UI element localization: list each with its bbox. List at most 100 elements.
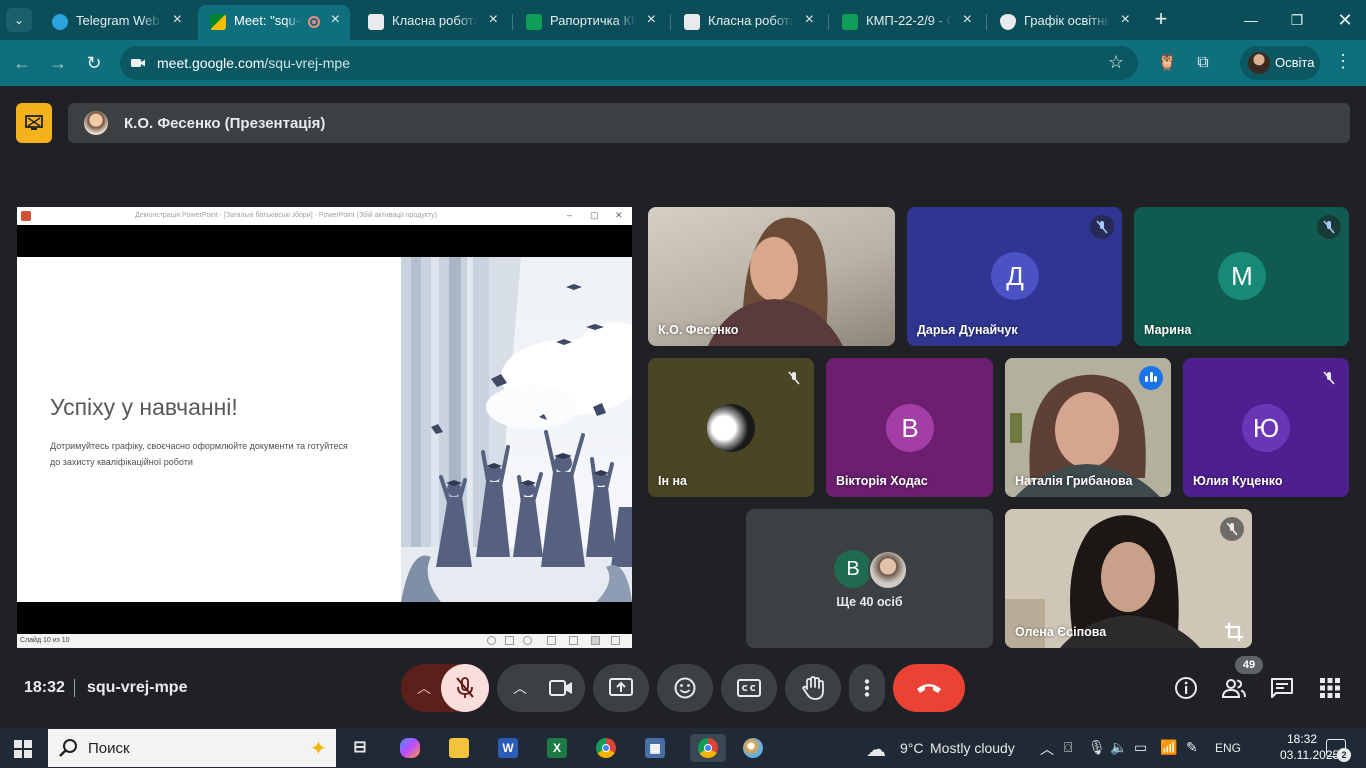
crop-icon[interactable] [1224,622,1244,642]
task-view-button[interactable]: ⊟ [346,734,374,762]
window-title: Демонстрація PowerPoint - [Загальні бать… [135,212,438,219]
clock-date: 03.11.2025 [1280,748,1340,762]
new-tab-button[interactable]: + [1150,7,1172,33]
close-tab-icon[interactable]: × [173,11,182,29]
people-icon[interactable] [1222,676,1246,700]
tab-search-button[interactable]: ⌄ [6,8,32,32]
captions-button[interactable] [721,664,777,712]
shared-presentation[interactable]: Демонстрація PowerPoint - [Загальні бать… [17,207,632,648]
excel-button[interactable]: X [543,734,571,762]
avatar: М [1218,252,1266,300]
close-tab-icon[interactable]: × [963,11,972,29]
calculator-button[interactable]: ▦ [641,734,669,762]
tray-overflow-icon[interactable]: ︿ [1040,739,1054,759]
tab-separator [828,14,829,30]
info-icon[interactable] [1174,676,1198,700]
mic-toggle-button[interactable] [441,664,489,712]
close-tab-icon[interactable]: × [805,11,814,29]
excel-icon: X [547,738,567,758]
copilot-button[interactable] [396,734,424,762]
maximize-button[interactable]: ❐ [1282,7,1312,33]
pp-maximize-icon: ▢ [590,210,599,220]
powerpoint-statusbar: Слайд 10 из 10 [17,634,632,648]
presenter-banner[interactable]: К.О. Фесенко (Презентація) [68,103,1350,143]
avatar [868,550,908,590]
present-screen-button[interactable] [593,664,649,712]
browser-tabstrip: ⌄ Telegram Web × Meet: "squ-vrej-mpe" × … [0,0,1366,40]
audio-options-button[interactable]: ︿ [401,664,445,712]
tab-classroom-2[interactable]: Класна робота / ... × [672,5,824,40]
battery-icon[interactable]: ▭ [1134,739,1147,756]
participant-tile[interactable]: М Марина [1134,207,1349,346]
search-icon [59,739,77,757]
profile-button[interactable]: Освіта [1240,46,1320,80]
normal-view-icon [547,636,556,645]
close-window-button[interactable]: ✕ [1330,7,1360,33]
participant-tile[interactable]: В Вікторія Ходас [826,358,993,497]
leave-call-button[interactable] [893,664,965,712]
reload-button[interactable]: ↻ [82,51,106,75]
word-button[interactable]: W [494,734,522,762]
participant-tile[interactable]: Олена Єсіпова [1005,509,1252,648]
camera-tray-icon[interactable]: ⌼ [1064,739,1072,756]
extension-owl-icon[interactable]: 🦉 [1156,52,1178,74]
weather-text: Mostly cloudy [930,740,1015,756]
tab-kmp-sheet[interactable]: КМП-22-2/9 - Google × [830,5,982,40]
raise-hand-button[interactable] [785,664,841,712]
participant-tile[interactable]: Наталія Грибанова [1005,358,1171,497]
volume-icon[interactable]: 🔈 [1110,739,1127,756]
camera-icon[interactable] [549,678,573,698]
clock[interactable]: 18:32 03.11.2025 [1280,731,1340,763]
minimize-button[interactable]: — [1236,7,1266,33]
tab-raportychka[interactable]: Рапортичка КМП × [514,5,666,40]
participant-name: Вікторія Ходас [836,474,928,488]
chat-icon[interactable] [1270,676,1294,700]
file-explorer-button[interactable] [445,734,473,762]
raise-hand-icon [802,676,824,700]
close-tab-icon[interactable]: × [647,11,656,29]
participant-tile[interactable]: Д Дарья Дунайчук [907,207,1122,346]
tab-telegram[interactable]: Telegram Web × [40,5,192,40]
tab-schedule[interactable]: Графік освітнього × [988,5,1140,40]
extensions-puzzle-icon[interactable]: ⧉ [1192,52,1214,74]
forward-button[interactable]: → [46,51,70,75]
presentation-indicator-icon[interactable] [16,103,52,143]
participant-name: Марина [1144,323,1192,337]
bookmark-star-icon[interactable]: ☆ [1108,52,1124,73]
participant-tile[interactable]: Ю Юлия Куценко [1183,358,1349,497]
chrome-menu-icon[interactable]: ⋮ [1334,51,1352,72]
windows-start-icon[interactable] [14,740,32,758]
address-bar[interactable]: meet.google.com/squ-vrej-mpe ☆ [120,46,1138,80]
reactions-button[interactable] [657,664,713,712]
chrome-active-button[interactable] [690,734,726,762]
participant-tile[interactable]: Ін на [648,358,814,497]
language-indicator[interactable]: ENG [1215,741,1241,755]
chevron-up-icon: ︿ [417,680,431,696]
wifi-icon[interactable]: 📶 [1160,739,1177,756]
activities-grid-icon[interactable] [1318,676,1342,700]
tab-meet[interactable]: Meet: "squ-vrej-mpe" × [198,5,350,40]
more-options-button[interactable] [849,664,885,712]
mic-tray-icon[interactable]: 🎙 [1088,739,1106,756]
video-options-button[interactable]: ︿ [497,664,541,712]
back-button[interactable]: ← [10,51,34,75]
tab-title: Рапортичка КМП [550,13,636,28]
others-tile[interactable]: В Ще 40 осіб [746,509,993,648]
paint-button[interactable] [739,734,767,762]
copilot-icon [400,738,420,758]
tab-classroom-1[interactable]: Класна робота / ... × [356,5,508,40]
notifications-button[interactable]: 2 [1326,739,1351,762]
weather-icon[interactable]: ☁ [866,737,886,762]
slide-title: Успіху у навчанні! [50,394,238,420]
powerpoint-titlebar: Демонстрація PowerPoint - [Загальні бать… [17,207,632,225]
taskbar-search-input[interactable]: Поиск ✦ [48,729,336,767]
emoji-icon [674,677,696,699]
close-tab-icon[interactable]: × [1121,11,1130,29]
chrome-button[interactable] [592,734,620,762]
camera-icon [131,59,145,67]
close-tab-icon[interactable]: × [331,11,340,29]
profile-name: Освіта [1275,55,1315,70]
pen-icon[interactable]: ✎ [1186,739,1198,756]
participant-tile[interactable]: К.О. Фесенко [648,207,895,346]
close-tab-icon[interactable]: × [489,11,498,29]
